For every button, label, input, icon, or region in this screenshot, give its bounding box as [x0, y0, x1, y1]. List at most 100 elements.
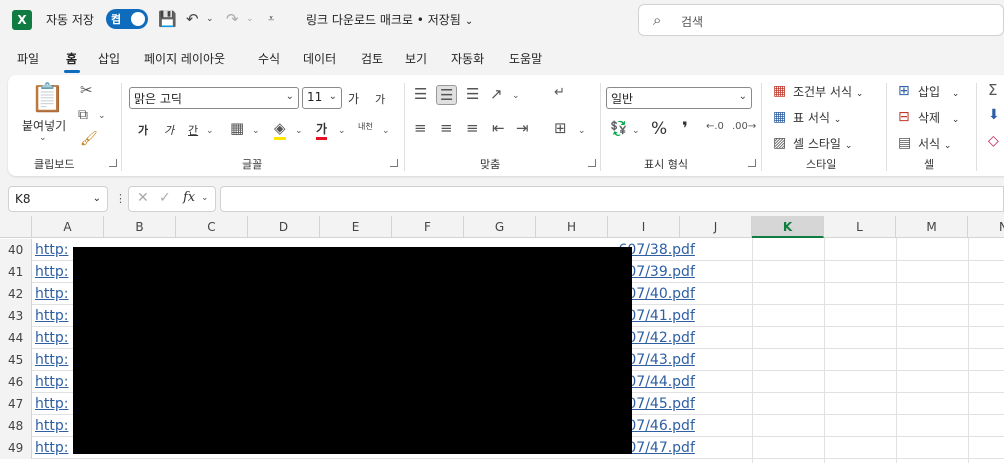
- orientation-dropdown-icon[interactable]: ⌄: [512, 91, 520, 101]
- insert-cells-button[interactable]: 삽입 ⌄: [918, 83, 959, 100]
- underline-dropdown-icon[interactable]: ⌄: [206, 126, 214, 136]
- column-header-h[interactable]: H: [536, 216, 608, 238]
- align-bottom-icon[interactable]: ☰: [466, 85, 479, 103]
- align-middle-icon[interactable]: ☰: [436, 85, 458, 105]
- tab-page-layout[interactable]: 페이지 레이아웃: [144, 50, 225, 67]
- column-header-e[interactable]: E: [320, 216, 392, 238]
- column-header-n[interactable]: N: [968, 216, 1004, 238]
- font-name-select[interactable]: 맑은 고딕 ⌄: [129, 87, 299, 109]
- italic-button[interactable]: 가: [164, 122, 174, 138]
- wrap-text-icon[interactable]: ↵: [554, 85, 565, 100]
- phonetic-dropdown-icon[interactable]: ⌄: [382, 126, 390, 136]
- accounting-dropdown-icon[interactable]: ⌄: [632, 126, 640, 136]
- font-color-dropdown-icon[interactable]: ⌄: [338, 126, 346, 136]
- spreadsheet-grid[interactable]: A B C D E F G H I J K L M N 40 http: 607/3…: [0, 216, 1004, 463]
- redo-icon[interactable]: ↷: [226, 10, 239, 28]
- fill-color-icon[interactable]: ◈: [274, 119, 286, 140]
- delete-cells-button[interactable]: 삭제 ⌄: [918, 109, 959, 126]
- number-format-select[interactable]: 일반 ⌄: [606, 87, 752, 109]
- row-header[interactable]: 44: [0, 327, 32, 349]
- tab-review[interactable]: 검토: [361, 50, 383, 67]
- column-header-b[interactable]: B: [104, 216, 176, 238]
- borders-icon[interactable]: ▦: [230, 119, 244, 137]
- column-header-k[interactable]: K: [752, 216, 824, 238]
- format-table-button[interactable]: 표 서식 ⌄: [793, 109, 841, 126]
- grow-font-button[interactable]: 가: [348, 90, 359, 107]
- customize-toolbar-icon[interactable]: ⩡: [268, 12, 274, 26]
- shrink-font-button[interactable]: 가: [375, 91, 385, 107]
- row-header[interactable]: 41: [0, 261, 32, 283]
- formula-input[interactable]: [220, 186, 1004, 212]
- name-box[interactable]: K8 ⌄: [8, 186, 108, 212]
- font-size-select[interactable]: 11 ⌄: [302, 87, 342, 109]
- cell-styles-button[interactable]: 셀 스타일 ⌄: [793, 135, 852, 152]
- clipboard-launcher-icon[interactable]: [109, 159, 117, 167]
- align-center-icon[interactable]: ≡: [440, 119, 453, 137]
- tab-automate[interactable]: 자동화: [451, 50, 484, 67]
- document-title[interactable]: 링크 다운로드 매크로 • 저장됨 ⌄: [306, 11, 473, 28]
- row-header[interactable]: 46: [0, 371, 32, 393]
- increase-indent-icon[interactable]: ⇥: [516, 119, 529, 137]
- tab-data[interactable]: 데이터: [303, 50, 336, 67]
- cancel-icon[interactable]: ✕: [137, 190, 149, 206]
- row-header[interactable]: 49: [0, 437, 32, 459]
- redo-dropdown-icon[interactable]: ⌄: [246, 14, 254, 24]
- fill-color-dropdown-icon[interactable]: ⌄: [295, 126, 303, 136]
- format-cells-button[interactable]: 서식 ⌄: [918, 135, 951, 152]
- row-header[interactable]: 47: [0, 393, 32, 415]
- phonetic-button[interactable]: 내천: [358, 121, 373, 132]
- decrease-indent-icon[interactable]: ⇤: [492, 119, 505, 137]
- more-options-icon[interactable]: ⋮: [115, 192, 126, 205]
- column-header-l[interactable]: L: [824, 216, 896, 238]
- comma-button[interactable]: ❜: [682, 119, 688, 139]
- orientation-icon[interactable]: ↗: [490, 85, 503, 103]
- tab-insert[interactable]: 삽입: [98, 50, 120, 67]
- font-launcher-icon[interactable]: [390, 159, 398, 167]
- alignment-launcher-icon[interactable]: [588, 159, 596, 167]
- underline-button[interactable]: 간: [188, 122, 198, 138]
- copy-dropdown-icon[interactable]: ⌄: [98, 111, 106, 121]
- cut-icon[interactable]: ✂: [80, 81, 93, 99]
- column-header-j[interactable]: J: [680, 216, 752, 238]
- column-header-c[interactable]: C: [176, 216, 248, 238]
- row-header[interactable]: 42: [0, 283, 32, 305]
- row-header[interactable]: 45: [0, 349, 32, 371]
- row-header[interactable]: 43: [0, 305, 32, 327]
- tab-file[interactable]: 파일: [17, 50, 39, 67]
- column-header-i[interactable]: I: [608, 216, 680, 238]
- undo-dropdown-icon[interactable]: ⌄: [206, 14, 214, 24]
- font-color-button[interactable]: 가: [316, 120, 328, 140]
- column-header-m[interactable]: M: [896, 216, 968, 238]
- insert-function-button[interactable]: fx: [183, 190, 195, 205]
- tab-help[interactable]: 도움말: [509, 50, 542, 67]
- column-header-d[interactable]: D: [248, 216, 320, 238]
- fx-dropdown-icon[interactable]: ⌄: [201, 193, 209, 203]
- save-icon[interactable]: 💾: [158, 10, 177, 28]
- tab-formulas[interactable]: 수식: [258, 50, 280, 67]
- merge-center-icon[interactable]: ⊞: [554, 119, 567, 137]
- paste-button[interactable]: 붙여넣기: [22, 117, 66, 134]
- paste-icon[interactable]: 📋: [30, 81, 65, 114]
- align-left-icon[interactable]: ≡: [414, 119, 427, 137]
- decrease-decimal-icon[interactable]: .00→: [732, 121, 756, 132]
- clear-icon[interactable]: ◇: [988, 133, 999, 149]
- autosum-icon[interactable]: Σ: [988, 81, 997, 99]
- fill-icon[interactable]: ⬇: [988, 107, 1000, 123]
- row-header[interactable]: 48: [0, 415, 32, 437]
- copy-icon[interactable]: ⧉: [78, 107, 88, 123]
- autosave-toggle[interactable]: 켬: [106, 9, 148, 29]
- paste-dropdown-icon[interactable]: ⌄: [39, 133, 47, 143]
- merge-dropdown-icon[interactable]: ⌄: [578, 126, 586, 136]
- conditional-format-button[interactable]: 조건부 서식 ⌄: [793, 83, 863, 100]
- align-top-icon[interactable]: ☰: [414, 85, 427, 103]
- increase-decimal-icon[interactable]: ←.0: [706, 121, 724, 132]
- percent-button[interactable]: %: [651, 119, 667, 139]
- undo-icon[interactable]: ↶: [186, 10, 199, 28]
- column-header-g[interactable]: G: [464, 216, 536, 238]
- align-right-icon[interactable]: ≡: [466, 119, 479, 137]
- row-header[interactable]: 40: [0, 239, 32, 261]
- search-box[interactable]: ⌕ 검색: [638, 4, 1004, 36]
- select-all-corner[interactable]: [0, 216, 32, 238]
- format-painter-icon[interactable]: 🖌: [80, 131, 98, 147]
- tab-view[interactable]: 보기: [405, 50, 427, 67]
